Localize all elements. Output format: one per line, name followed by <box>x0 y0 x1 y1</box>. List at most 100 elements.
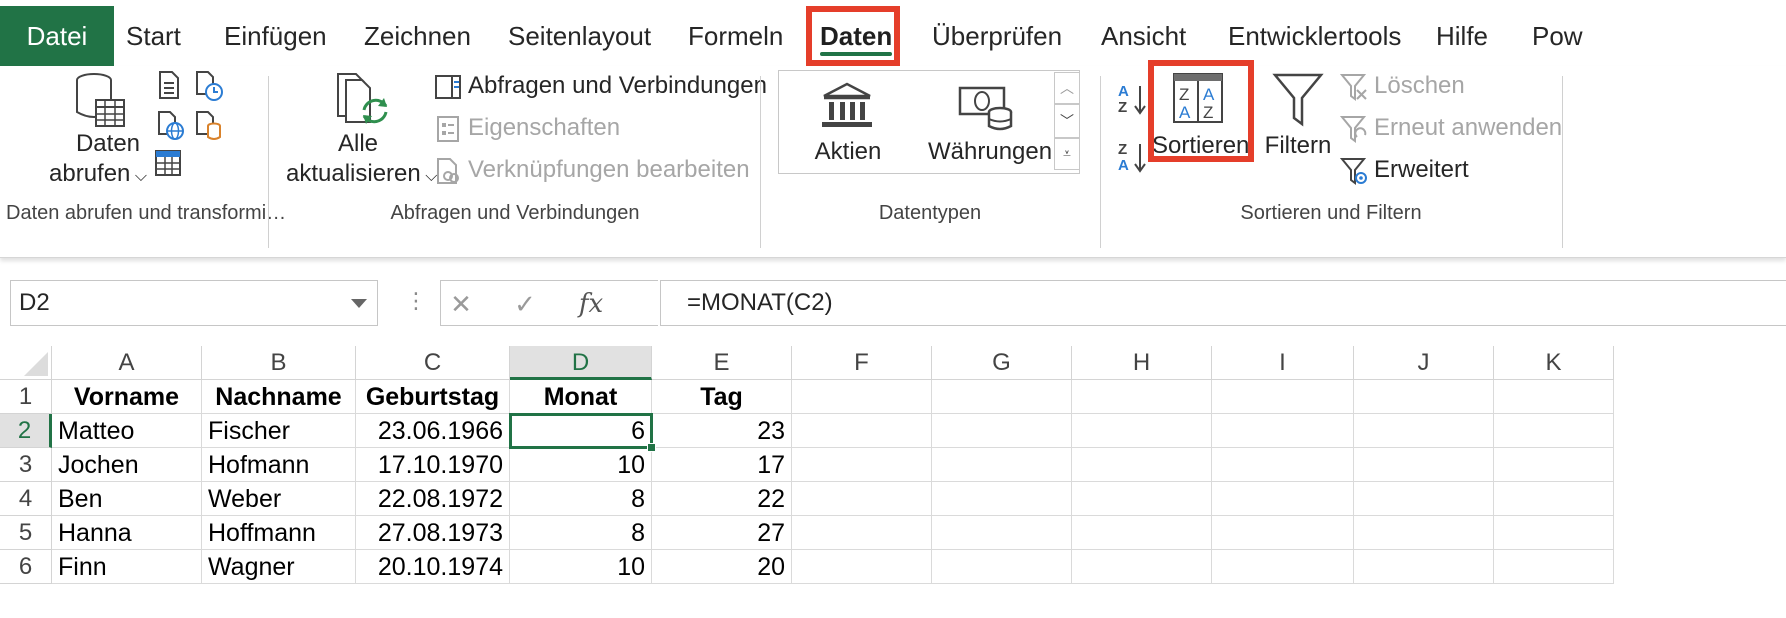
cell-c4[interactable]: 22.08.1972 <box>356 482 510 516</box>
cell-g6[interactable] <box>932 550 1072 584</box>
cell-c1[interactable]: Geburtstag <box>356 380 510 414</box>
cell-c2[interactable]: 23.06.1966 <box>356 414 510 448</box>
cell-f6[interactable] <box>792 550 932 584</box>
column-header-k[interactable]: K <box>1494 346 1614 380</box>
tab-page-layout[interactable]: Seitenlayout <box>508 6 651 66</box>
name-box[interactable]: D2 <box>10 280 378 326</box>
tab-review[interactable]: Überprüfen <box>932 6 1062 66</box>
cell-k1[interactable] <box>1494 380 1614 414</box>
tab-start[interactable]: Start <box>126 6 181 66</box>
chevron-down-icon[interactable] <box>351 299 367 308</box>
cell-k5[interactable] <box>1494 516 1614 550</box>
cell-a5[interactable]: Hanna <box>52 516 202 550</box>
cell-g2[interactable] <box>932 414 1072 448</box>
row-header-4[interactable]: 4 <box>0 482 52 516</box>
tab-file[interactable]: Datei <box>0 6 114 66</box>
row-header-1[interactable]: 1 <box>0 380 52 414</box>
cell-g1[interactable] <box>932 380 1072 414</box>
currencies-icon[interactable] <box>958 84 1014 132</box>
cell-g4[interactable] <box>932 482 1072 516</box>
refresh-all-button[interactable]: aktualisieren ⌵ <box>286 160 437 188</box>
cell-i4[interactable] <box>1212 482 1354 516</box>
stocks-icon[interactable] <box>820 82 874 130</box>
chevron-up-icon[interactable]: ︿ <box>1054 72 1080 104</box>
cell-j5[interactable] <box>1354 516 1494 550</box>
cell-h2[interactable] <box>1072 414 1212 448</box>
cell-b4[interactable]: Weber <box>202 482 356 516</box>
cell-d1[interactable]: Monat <box>510 380 652 414</box>
queries-connections-button[interactable]: Abfragen und Verbindungen <box>434 70 767 102</box>
column-header-i[interactable]: I <box>1212 346 1354 380</box>
cell-a1[interactable]: Vorname <box>52 380 202 414</box>
existing-connections-icon[interactable] <box>194 110 224 142</box>
cell-c6[interactable]: 20.10.1974 <box>356 550 510 584</box>
gallery-more-icon[interactable]: ⩡ <box>1054 138 1080 170</box>
cell-e2[interactable]: 23 <box>652 414 792 448</box>
confirm-icon[interactable]: ✓ <box>505 287 545 321</box>
sort-ascending-icon[interactable]: AZ <box>1116 82 1150 116</box>
column-header-c[interactable]: C <box>356 346 510 380</box>
cell-h5[interactable] <box>1072 516 1212 550</box>
stocks-button[interactable]: Aktien <box>808 138 888 166</box>
formula-bar-grip-icon[interactable]: ⋮ <box>405 288 427 314</box>
sort-descending-icon[interactable]: ZA <box>1116 140 1150 174</box>
chevron-down-icon[interactable]: ﹀ <box>1054 104 1080 138</box>
recent-sources-icon[interactable] <box>194 70 224 102</box>
cell-f5[interactable] <box>792 516 932 550</box>
tab-developer[interactable]: Entwicklertools <box>1228 6 1401 66</box>
cell-a3[interactable]: Jochen <box>52 448 202 482</box>
advanced-filter-button[interactable]: Erweitert <box>1340 154 1469 186</box>
cell-g3[interactable] <box>932 448 1072 482</box>
tab-view[interactable]: Ansicht <box>1101 6 1186 66</box>
select-all-corner[interactable] <box>0 346 52 380</box>
reapply-button[interactable]: Erneut anwenden <box>1340 112 1562 144</box>
cell-e1[interactable]: Tag <box>652 380 792 414</box>
cell-b5[interactable]: Hoffmann <box>202 516 356 550</box>
cell-b1[interactable]: Nachname <box>202 380 356 414</box>
cell-d4[interactable]: 8 <box>510 482 652 516</box>
cell-d6[interactable]: 10 <box>510 550 652 584</box>
cell-e5[interactable]: 27 <box>652 516 792 550</box>
properties-button[interactable]: Eigenschaften <box>434 112 620 144</box>
cell-j1[interactable] <box>1354 380 1494 414</box>
cell-e3[interactable]: 17 <box>652 448 792 482</box>
from-table-icon[interactable] <box>154 148 182 178</box>
filter-button[interactable]: Filtern <box>1262 132 1334 160</box>
row-header-3[interactable]: 3 <box>0 448 52 482</box>
edit-links-button[interactable]: Verknüpfungen bearbeiten <box>434 154 750 186</box>
cell-i3[interactable] <box>1212 448 1354 482</box>
cell-i1[interactable] <box>1212 380 1354 414</box>
cell-h1[interactable] <box>1072 380 1212 414</box>
column-header-f[interactable]: F <box>792 346 932 380</box>
column-header-a[interactable]: A <box>52 346 202 380</box>
cell-k2[interactable] <box>1494 414 1614 448</box>
cell-b6[interactable]: Wagner <box>202 550 356 584</box>
cell-h6[interactable] <box>1072 550 1212 584</box>
tab-formulas[interactable]: Formeln <box>688 6 783 66</box>
cell-e4[interactable]: 22 <box>652 482 792 516</box>
cell-j2[interactable] <box>1354 414 1494 448</box>
cell-i6[interactable] <box>1212 550 1354 584</box>
cell-h4[interactable] <box>1072 482 1212 516</box>
insert-function-icon[interactable]: fx <box>571 287 611 321</box>
cell-f4[interactable] <box>792 482 932 516</box>
fill-handle[interactable] <box>647 443 656 452</box>
tab-power[interactable]: Pow <box>1532 6 1583 66</box>
cell-d3[interactable]: 10 <box>510 448 652 482</box>
refresh-all-label-line1[interactable]: Alle <box>318 130 398 158</box>
clear-filter-button[interactable]: Löschen <box>1340 70 1465 102</box>
column-header-e[interactable]: E <box>652 346 792 380</box>
cell-f1[interactable] <box>792 380 932 414</box>
column-header-j[interactable]: J <box>1354 346 1494 380</box>
cell-i2[interactable] <box>1212 414 1354 448</box>
row-header-2[interactable]: 2 <box>0 414 52 448</box>
cell-j4[interactable] <box>1354 482 1494 516</box>
cell-i5[interactable] <box>1212 516 1354 550</box>
cell-d5[interactable]: 8 <box>510 516 652 550</box>
tab-insert[interactable]: Einfügen <box>224 6 327 66</box>
cell-j6[interactable] <box>1354 550 1494 584</box>
from-web-icon[interactable] <box>156 110 186 142</box>
cell-c5[interactable]: 27.08.1973 <box>356 516 510 550</box>
cell-a2[interactable]: Matteo <box>52 414 202 448</box>
cell-j3[interactable] <box>1354 448 1494 482</box>
